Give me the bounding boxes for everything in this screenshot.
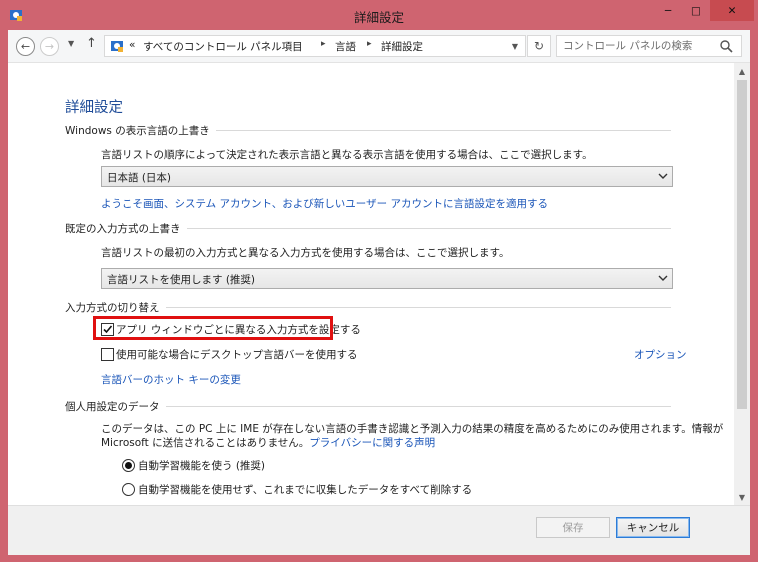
- breadcrumb-separator[interactable]: ▸: [321, 39, 326, 49]
- control-panel-icon: [111, 41, 123, 52]
- minimize-button[interactable]: ─: [654, 0, 682, 21]
- display-language-section: Windows の表示言語の上書き: [65, 123, 671, 138]
- breadcrumb-all-items[interactable]: すべてのコントロール パネル項目: [143, 39, 303, 54]
- personalization-description-text: Microsoft に送信されることはありません。: [101, 437, 310, 449]
- scroll-down-button[interactable]: ▼: [734, 489, 750, 505]
- breadcrumb-language[interactable]: 言語: [335, 39, 356, 54]
- section-header: 既定の入力方式の上書き: [65, 221, 187, 236]
- up-button[interactable]: ↑: [86, 36, 97, 51]
- arrow-up-icon: ↑: [86, 36, 97, 51]
- save-button[interactable]: 保存: [536, 517, 610, 538]
- chevron-up-icon: ▲: [738, 66, 746, 76]
- address-field[interactable]: « すべてのコントロール パネル項目 ▸ 言語 ▸ 詳細設定 ▼: [104, 35, 526, 57]
- section-header: Windows の表示言語の上書き: [65, 123, 216, 138]
- chevron-down-icon: [658, 275, 668, 281]
- personalization-section: 個人用設定のデータ: [65, 399, 671, 414]
- scrollbar-thumb[interactable]: [737, 80, 747, 409]
- input-switching-section: 入力方式の切り替え: [65, 300, 671, 315]
- apply-language-settings-link[interactable]: ようこそ画面、システム アカウント、および新しいユーザー アカウントに言語設定を…: [101, 196, 548, 211]
- page-title: 詳細設定: [65, 100, 123, 116]
- input-method-description: 言語リストの最初の入力方式と異なる入力方式を使用する場合は、ここで選択します。: [101, 247, 510, 259]
- chevron-down-icon: [658, 173, 668, 179]
- privacy-statement-link[interactable]: プライバシーに関する声明: [309, 437, 435, 449]
- chevron-down-icon: ▼: [511, 41, 519, 51]
- window-client: ← → ▼ ↑ « すべてのコントロール パネル項目 ▸ 言語 ▸ 詳細設定 ▼…: [8, 30, 750, 555]
- scroll-up-button[interactable]: ▲: [734, 63, 750, 79]
- address-dropdown-button[interactable]: ▼: [506, 37, 524, 55]
- search-box[interactable]: [556, 35, 742, 57]
- maximize-button[interactable]: □: [682, 0, 710, 21]
- search-icon[interactable]: [719, 39, 733, 53]
- vertical-scrollbar[interactable]: ▲ ▼: [734, 63, 750, 505]
- section-header: 入力方式の切り替え: [65, 300, 166, 315]
- breadcrumb-overflow[interactable]: «: [129, 39, 135, 51]
- radio-selected-dot: [125, 462, 132, 469]
- back-button[interactable]: ←: [16, 37, 35, 56]
- auto-learning-off-radio[interactable]: [122, 483, 135, 496]
- address-toolbar: ← → ▼ ↑ « すべてのコントロール パネル項目 ▸ 言語 ▸ 詳細設定 ▼…: [8, 30, 750, 63]
- cancel-button[interactable]: キャンセル: [616, 517, 690, 538]
- display-language-description: 言語リストの順序によって決定された表示言語と異なる表示言語を使用する場合は、ここ…: [101, 149, 593, 161]
- refresh-button[interactable]: ↻: [527, 35, 551, 57]
- desktop-language-bar-checkbox[interactable]: [101, 348, 114, 361]
- dialog-footer: 保存 キャンセル: [8, 505, 750, 555]
- search-input[interactable]: [563, 38, 713, 53]
- chevron-down-icon: ▼: [738, 492, 746, 502]
- forward-button[interactable]: →: [40, 37, 59, 56]
- display-language-dropdown[interactable]: 日本語 (日本): [101, 166, 673, 187]
- recent-locations-button[interactable]: ▼: [68, 39, 74, 48]
- breadcrumb-advanced[interactable]: 詳細設定: [381, 39, 423, 54]
- options-link[interactable]: オプション: [634, 347, 687, 362]
- title-bar[interactable]: 詳細設定 ─ □ ✕: [0, 0, 758, 30]
- dropdown-value: 日本語 (日本): [107, 172, 172, 184]
- window-title: 詳細設定: [353, 10, 404, 25]
- hotkey-change-link[interactable]: 言語バーのホット キーの変更: [101, 372, 241, 387]
- breadcrumb-separator[interactable]: ▸: [367, 39, 372, 49]
- auto-learning-on-radio[interactable]: [122, 459, 135, 472]
- auto-learning-on-label[interactable]: 自動学習機能を使う (推奨): [138, 458, 265, 473]
- arrow-right-icon: →: [44, 40, 55, 53]
- input-method-section: 既定の入力方式の上書き: [65, 221, 671, 236]
- input-method-dropdown[interactable]: 言語リストを使用します (推奨): [101, 268, 673, 289]
- desktop-language-bar-label[interactable]: 使用可能な場合にデスクトップ言語バーを使用する: [116, 347, 358, 362]
- dropdown-value: 言語リストを使用します (推奨): [107, 274, 256, 286]
- personalization-description: このデータは、この PC 上に IME が存在しない言語の手書き認識と予測入力の…: [101, 423, 724, 435]
- window: 詳細設定 ─ □ ✕ ← → ▼ ↑ « すべてのコントロール パネル項目 ▸ …: [0, 0, 758, 562]
- close-button[interactable]: ✕: [710, 0, 754, 21]
- personalization-description-line2: Microsoft に送信されることはありません。プライバシーに関する声明: [101, 435, 435, 450]
- refresh-icon: ↻: [533, 39, 545, 53]
- arrow-left-icon: ←: [20, 40, 31, 53]
- highlight-annotation: [93, 316, 333, 340]
- auto-learning-off-label[interactable]: 自動学習機能を使用せず、これまでに収集したデータをすべて削除する: [138, 482, 472, 497]
- section-header: 個人用設定のデータ: [65, 399, 166, 414]
- settings-content: 詳細設定 Windows の表示言語の上書き 言語リストの順序によって決定された…: [8, 63, 734, 505]
